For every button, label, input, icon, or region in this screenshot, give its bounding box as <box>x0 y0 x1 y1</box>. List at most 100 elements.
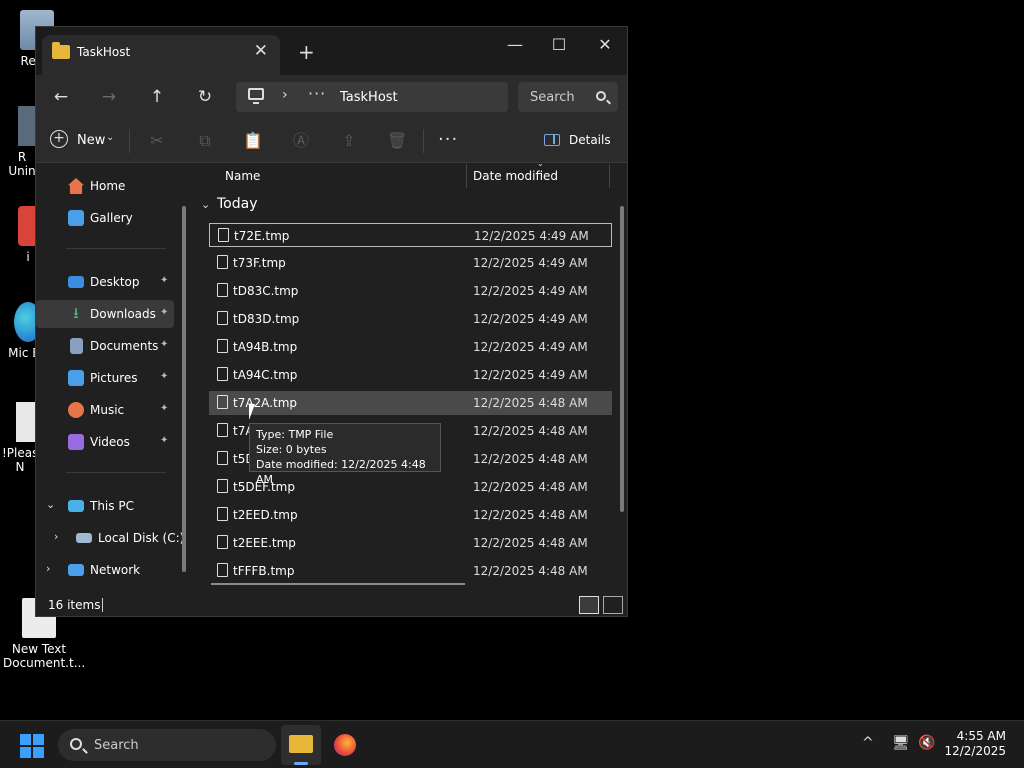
sidebar-item-pictures[interactable]: Pictures ✦ <box>36 364 174 392</box>
file-name: t2EEE.tmp <box>233 536 296 550</box>
tab-close-button[interactable]: ✕ <box>254 41 268 61</box>
column-divider[interactable] <box>466 164 467 188</box>
file-name: tD83D.tmp <box>233 312 300 326</box>
group-label: Today <box>217 196 258 212</box>
file-row[interactable]: t2EED.tmp 12/2/2025 4:48 AM <box>209 503 612 527</box>
sidebar-divider <box>66 472 166 473</box>
column-header-date-modified[interactable]: Date modified <box>473 169 558 183</box>
breadcrumb-overflow-button[interactable]: ··· <box>308 84 326 103</box>
this-pc-icon <box>68 500 84 512</box>
status-divider <box>102 598 103 612</box>
vertical-scrollbar[interactable] <box>620 206 624 512</box>
file-icon <box>217 367 228 381</box>
toolbar-divider <box>129 129 130 153</box>
column-header-name[interactable]: Name <box>225 169 260 183</box>
up-button[interactable]: ↑ <box>143 83 171 111</box>
tiles-view-button[interactable] <box>603 596 623 614</box>
sidebar-item-label: Gallery <box>90 211 133 225</box>
new-button[interactable]: + New ⌄ <box>50 127 130 155</box>
sidebar-item-label: Downloads <box>90 307 156 321</box>
file-row[interactable]: t72E.tmp 12/2/2025 4:49 AM <box>209 223 612 247</box>
close-button[interactable]: ✕ <box>582 31 627 59</box>
sidebar-item-videos[interactable]: Videos ✦ <box>36 428 174 456</box>
cut-icon[interactable]: ✂ <box>147 131 167 151</box>
desktop-icon-label: !Pleas N <box>2 446 39 474</box>
details-view-button[interactable] <box>579 596 599 614</box>
clock-date: 12/2/2025 <box>944 744 1006 758</box>
sidebar-item-label: Network <box>90 563 141 577</box>
horizontal-scrollbar[interactable] <box>211 583 465 585</box>
file-date: 12/2/2025 4:49 AM <box>473 284 588 298</box>
sidebar-item-music[interactable]: Music ✦ <box>36 396 174 424</box>
rename-icon[interactable]: Ⓐ <box>291 131 311 151</box>
system-clock[interactable]: 4:55 AM 12/2/2025 <box>940 729 1006 759</box>
file-explorer-icon <box>289 735 313 753</box>
paste-icon[interactable]: 📋 <box>243 131 263 151</box>
file-row[interactable]: t7A2A.tmp 12/2/2025 4:48 AM <box>209 391 612 415</box>
file-name: tD83C.tmp <box>233 284 299 298</box>
maximize-button[interactable]: ☐ <box>536 31 582 59</box>
sidebar-item-this-pc[interactable]: ⌄ This PC <box>36 492 174 520</box>
file-name: tFFFB.tmp <box>233 564 295 578</box>
pin-icon: ✦ <box>160 307 169 318</box>
file-date: 12/2/2025 4:49 AM <box>473 340 588 354</box>
chevron-down-icon[interactable]: ⌄ <box>46 498 55 511</box>
file-row[interactable]: tD83D.tmp 12/2/2025 4:49 AM <box>209 307 612 331</box>
command-bar: + New ⌄ ✂ ⧉ 📋 Ⓐ ⇪ 🗑 ··· Details <box>36 119 627 163</box>
sidebar-item-network[interactable]: › Network <box>36 556 174 584</box>
new-tab-button[interactable]: + <box>298 40 315 64</box>
taskbar-firefox[interactable] <box>325 725 365 765</box>
plus-icon: + <box>50 130 68 148</box>
refresh-button[interactable]: ↻ <box>191 83 219 111</box>
file-row[interactable]: t2EEE.tmp 12/2/2025 4:48 AM <box>209 531 612 555</box>
file-row[interactable]: tD83C.tmp 12/2/2025 4:49 AM <box>209 279 612 303</box>
column-divider[interactable] <box>609 164 610 188</box>
sidebar-item-home[interactable]: Home <box>36 172 174 200</box>
file-date: 12/2/2025 4:48 AM <box>473 396 588 410</box>
sidebar-item-local-disk[interactable]: › Local Disk (C:) <box>36 524 184 552</box>
more-options-button[interactable]: ··· <box>438 129 458 150</box>
column-headers: Name ⌄ Date modified <box>193 159 627 188</box>
sidebar-item-downloads[interactable]: ⭳ Downloads ✦ <box>36 300 174 328</box>
file-row[interactable]: tFFFB.tmp 12/2/2025 4:48 AM <box>209 559 612 583</box>
file-name: tA94C.tmp <box>233 368 298 382</box>
start-button[interactable] <box>20 734 44 758</box>
sort-indicator-icon: ⌄ <box>537 159 544 168</box>
copy-icon[interactable]: ⧉ <box>195 131 215 151</box>
title-bar: TaskHost ✕ + — ☐ ✕ <box>36 27 627 75</box>
file-name: t72E.tmp <box>234 229 290 243</box>
sidebar-item-label: Local Disk (C:) <box>98 531 185 545</box>
breadcrumb-taskhost[interactable]: TaskHost <box>340 90 398 105</box>
file-date: 12/2/2025 4:48 AM <box>473 480 588 494</box>
file-icon <box>217 451 228 465</box>
file-row[interactable]: tA94C.tmp 12/2/2025 4:49 AM <box>209 363 612 387</box>
chevron-down-icon: ⌄ <box>201 198 211 211</box>
sidebar-item-desktop[interactable]: Desktop ✦ <box>36 268 174 296</box>
taskbar-file-explorer[interactable] <box>281 725 321 765</box>
computer-icon <box>248 88 264 104</box>
share-icon[interactable]: ⇪ <box>339 131 359 151</box>
minimize-button[interactable]: — <box>492 31 538 59</box>
taskbar: Search ^ 🖥 🔇 4:55 AM 12/2/2025 <box>0 720 1024 768</box>
chevron-right-icon[interactable]: › <box>54 530 58 543</box>
taskbar-search[interactable]: Search <box>58 729 276 761</box>
forward-button[interactable]: → <box>95 83 123 111</box>
sidebar-item-gallery[interactable]: Gallery <box>36 204 174 232</box>
sidebar-item-documents[interactable]: Documents ✦ <box>36 332 174 360</box>
delete-icon[interactable]: 🗑 <box>387 131 407 151</box>
active-indicator <box>294 762 308 765</box>
pin-icon: ✦ <box>160 403 169 414</box>
chevron-right-icon[interactable]: › <box>46 562 50 575</box>
network-status-icon[interactable]: 🖥 <box>892 735 910 751</box>
file-row[interactable]: tA94B.tmp 12/2/2025 4:49 AM <box>209 335 612 359</box>
address-bar[interactable]: › ··· TaskHost <box>236 82 508 112</box>
sidebar-scrollbar[interactable] <box>182 206 186 572</box>
item-count: 16 items <box>48 598 101 612</box>
search-box[interactable]: Search <box>518 82 618 112</box>
file-row[interactable]: t73F.tmp 12/2/2025 4:49 AM <box>209 251 612 275</box>
tab-taskhost[interactable]: TaskHost ✕ <box>42 35 280 75</box>
tray-overflow-chevron[interactable]: ^ <box>862 735 874 751</box>
breadcrumb-chevron[interactable]: › <box>282 87 288 103</box>
volume-muted-icon[interactable]: 🔇 <box>918 735 935 751</box>
back-button[interactable]: ← <box>47 83 75 111</box>
